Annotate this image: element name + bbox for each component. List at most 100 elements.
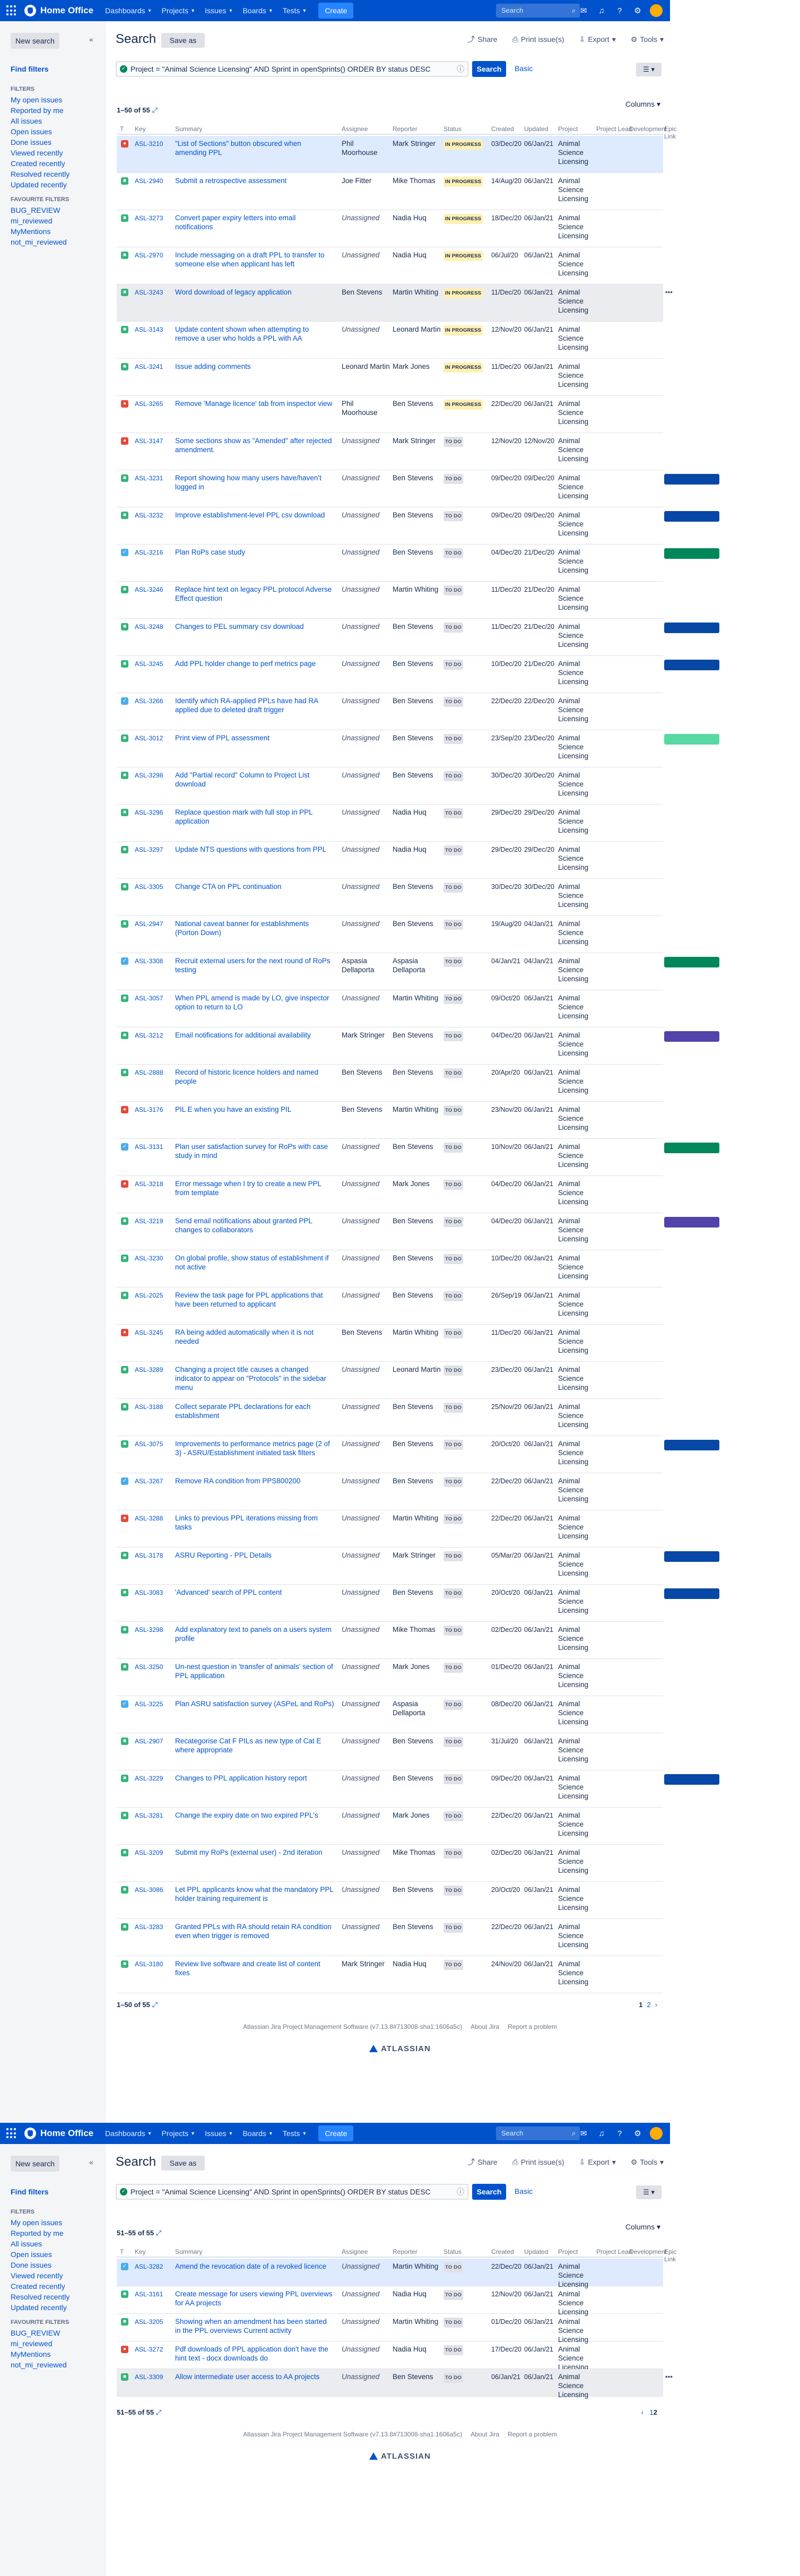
project-link[interactable]: Animal Science Licensing xyxy=(558,845,595,872)
assignee[interactable]: Aspasia Dellaporta xyxy=(342,956,390,974)
nav-menu-boards[interactable]: Boards ▼ xyxy=(242,2129,273,2138)
project-link[interactable]: Animal Science Licensing xyxy=(558,436,595,463)
issue-summary-link[interactable]: PIL E when you have an existing PIL xyxy=(175,1105,334,1114)
issue-summary-link[interactable]: Identify which RA-applied PPLs have had … xyxy=(175,696,334,714)
nav-menu-issues[interactable]: Issues ▼ xyxy=(205,6,233,15)
column-header[interactable]: Epic Link xyxy=(664,125,676,140)
user-avatar[interactable] xyxy=(650,2127,663,2140)
nav-menu-projects[interactable]: Projects ▼ xyxy=(162,2129,196,2138)
reporter[interactable]: Ben Stevens xyxy=(393,733,441,742)
project-link[interactable]: Animal Science Licensing xyxy=(558,1031,595,1058)
issue-key-link[interactable]: ASL-3250 xyxy=(135,1663,174,1672)
reporter[interactable]: Ben Stevens xyxy=(393,919,441,928)
epic-link-lozenge[interactable] xyxy=(664,1217,719,1228)
megaphone-icon[interactable]: ✉ xyxy=(578,2129,589,2138)
table-row[interactable]: ■ ASL-3231 Report showing how many users h… xyxy=(117,470,719,507)
reporter[interactable]: Nadia Huq xyxy=(393,213,441,222)
filter-link[interactable]: Resolved recently xyxy=(11,2293,69,2301)
issue-summary-link[interactable]: Add "Partial record" Column to Project L… xyxy=(175,771,334,789)
issue-key-link[interactable]: ASL-3297 xyxy=(135,845,174,854)
issue-key-link[interactable]: ASL-3229 xyxy=(135,1774,174,1783)
table-row[interactable]: ✓ ASL-3216 Plan RoPs case study Unassigned B… xyxy=(117,544,719,582)
table-row[interactable]: ■ ASL-3230 On global profile, show status … xyxy=(117,1250,663,1287)
issue-key-link[interactable]: ASL-3178 xyxy=(135,1551,174,1560)
reporter[interactable]: Mark Jones xyxy=(393,362,441,371)
reporter[interactable]: Mark Stringer xyxy=(393,1551,441,1560)
filter-link[interactable]: Viewed recently xyxy=(11,2271,63,2280)
issue-summary-link[interactable]: Change CTA on PPL continuation xyxy=(175,882,334,891)
assignee[interactable]: Mark Stringer xyxy=(342,1031,390,1040)
issue-key-link[interactable]: ASL-3212 xyxy=(135,1031,174,1040)
reporter[interactable]: Ben Stevens xyxy=(393,2372,441,2381)
reporter[interactable]: Martin Whiting xyxy=(393,993,441,1002)
project-link[interactable]: Animal Science Licensing xyxy=(558,1588,595,1615)
column-header[interactable]: T xyxy=(120,125,124,133)
reporter[interactable]: Ben Stevens xyxy=(393,622,441,631)
reporter[interactable]: Ben Stevens xyxy=(393,1885,441,1894)
reporter[interactable]: Aspasia Dellaporta xyxy=(393,956,441,974)
table-row[interactable]: ■ ASL-2947 National caveat banner for esta… xyxy=(117,916,663,953)
project-link[interactable]: Animal Science Licensing xyxy=(558,399,595,426)
issue-key-link[interactable]: ASL-3281 xyxy=(135,1811,174,1820)
reporter[interactable]: Nadia Huq xyxy=(393,2345,441,2354)
issue-summary-link[interactable]: Send email notifications about granted P… xyxy=(175,1216,334,1234)
bell-icon[interactable]: ♫ xyxy=(596,6,607,15)
favourite-filter-link[interactable]: not_mi_reviewed xyxy=(11,2361,67,2369)
column-header[interactable]: Created xyxy=(491,2248,514,2255)
reporter[interactable]: Ben Stevens xyxy=(393,1068,441,1077)
reporter[interactable]: Ben Stevens xyxy=(393,1142,441,1151)
reporter[interactable]: Mark Jones xyxy=(393,1811,441,1820)
reporter[interactable]: Ben Stevens xyxy=(393,1476,441,1485)
share-results-icon[interactable]: ⤢ xyxy=(154,2229,161,2237)
layout-switcher-button[interactable]: ☰ ▾ xyxy=(636,2185,662,2199)
share-results-icon[interactable]: ⤢ xyxy=(150,106,157,114)
project-link[interactable]: Animal Science Licensing xyxy=(558,1662,595,1689)
issue-summary-link[interactable]: Error message when I try to create a new… xyxy=(175,1179,334,1197)
action-tools[interactable]: ⚙ Tools ▾ xyxy=(631,34,664,45)
action-share[interactable]: ⤴ Share xyxy=(467,2157,497,2167)
table-row[interactable]: ● ASL-3288 Links to previous PPL iteration… xyxy=(117,1510,663,1548)
issue-key-link[interactable]: ASL-3282 xyxy=(135,2262,174,2271)
favourite-filter-link[interactable]: not_mi_reviewed xyxy=(11,238,67,246)
column-header[interactable]: Key xyxy=(135,2248,146,2255)
assignee[interactable]: Ben Stevens xyxy=(342,1105,390,1114)
table-row[interactable]: ■ ASL-3178 ASRU Reporting - PPL Details Una… xyxy=(117,1548,719,1585)
project-link[interactable]: Animal Science Licensing xyxy=(558,1811,595,1838)
project-link[interactable]: Animal Science Licensing xyxy=(558,993,595,1021)
project-link[interactable]: Animal Science Licensing xyxy=(558,2289,595,2316)
reporter[interactable]: Mark Stringer xyxy=(393,139,441,148)
table-row[interactable]: ■ ASL-3305 Change CTA on PPL continuation U… xyxy=(117,879,663,916)
page-number[interactable]: 1 xyxy=(650,2408,654,2416)
favourite-filter-link[interactable]: BUG_REVIEW xyxy=(11,2329,60,2337)
issue-key-link[interactable]: ASL-2970 xyxy=(135,251,174,260)
issue-summary-link[interactable]: Replace hint text on legacy PPL protocol… xyxy=(175,585,334,603)
project-link[interactable]: Animal Science Licensing xyxy=(558,733,595,760)
table-row[interactable]: ● ASL-3147 Some sections show as "Amended"… xyxy=(117,433,663,470)
issue-summary-link[interactable]: Changing a project title causes a change… xyxy=(175,1365,334,1392)
epic-link-lozenge[interactable] xyxy=(664,1440,719,1450)
column-header[interactable]: Summary xyxy=(175,2248,202,2255)
issue-key-link[interactable]: ASL-3075 xyxy=(135,1440,174,1449)
table-row[interactable]: ■ ASL-3281 Change the expiry date on two e… xyxy=(117,1808,663,1845)
issue-summary-link[interactable]: Add PPL holder change to perf metrics pa… xyxy=(175,659,334,668)
project-link[interactable]: Animal Science Licensing xyxy=(558,1551,595,1578)
project-link[interactable]: Animal Science Licensing xyxy=(558,213,595,240)
reporter[interactable]: Nadia Huq xyxy=(393,1959,441,1968)
reporter[interactable]: Martin Whiting xyxy=(393,2262,441,2271)
epic-link-lozenge[interactable] xyxy=(664,511,719,522)
issue-key-link[interactable]: ASL-3288 xyxy=(135,1514,174,1523)
issue-summary-link[interactable]: Review live software and create list of … xyxy=(175,1959,334,1977)
epic-link-lozenge[interactable] xyxy=(664,660,719,670)
issue-summary-link[interactable]: Add explanatory text to panels on a user… xyxy=(175,1625,334,1643)
project-link[interactable]: Animal Science Licensing xyxy=(558,473,595,500)
issue-key-link[interactable]: ASL-3209 xyxy=(135,1848,174,1857)
table-row[interactable]: ■ ASL-2025 Review the task page for PPL ap… xyxy=(117,1287,663,1325)
issue-key-link[interactable]: ASL-3180 xyxy=(135,1960,174,1969)
issue-summary-link[interactable]: Let PPL applicants know what the mandato… xyxy=(175,1885,334,1903)
issue-summary-link[interactable]: Issue adding comments xyxy=(175,362,334,371)
reporter[interactable]: Ben Stevens xyxy=(393,1588,441,1597)
issue-key-link[interactable]: ASL-3086 xyxy=(135,1886,174,1895)
issue-summary-link[interactable]: Word download of legacy application xyxy=(175,288,334,297)
issue-key-link[interactable]: ASL-3243 xyxy=(135,288,174,297)
reporter[interactable]: Ben Stevens xyxy=(393,1216,441,1225)
